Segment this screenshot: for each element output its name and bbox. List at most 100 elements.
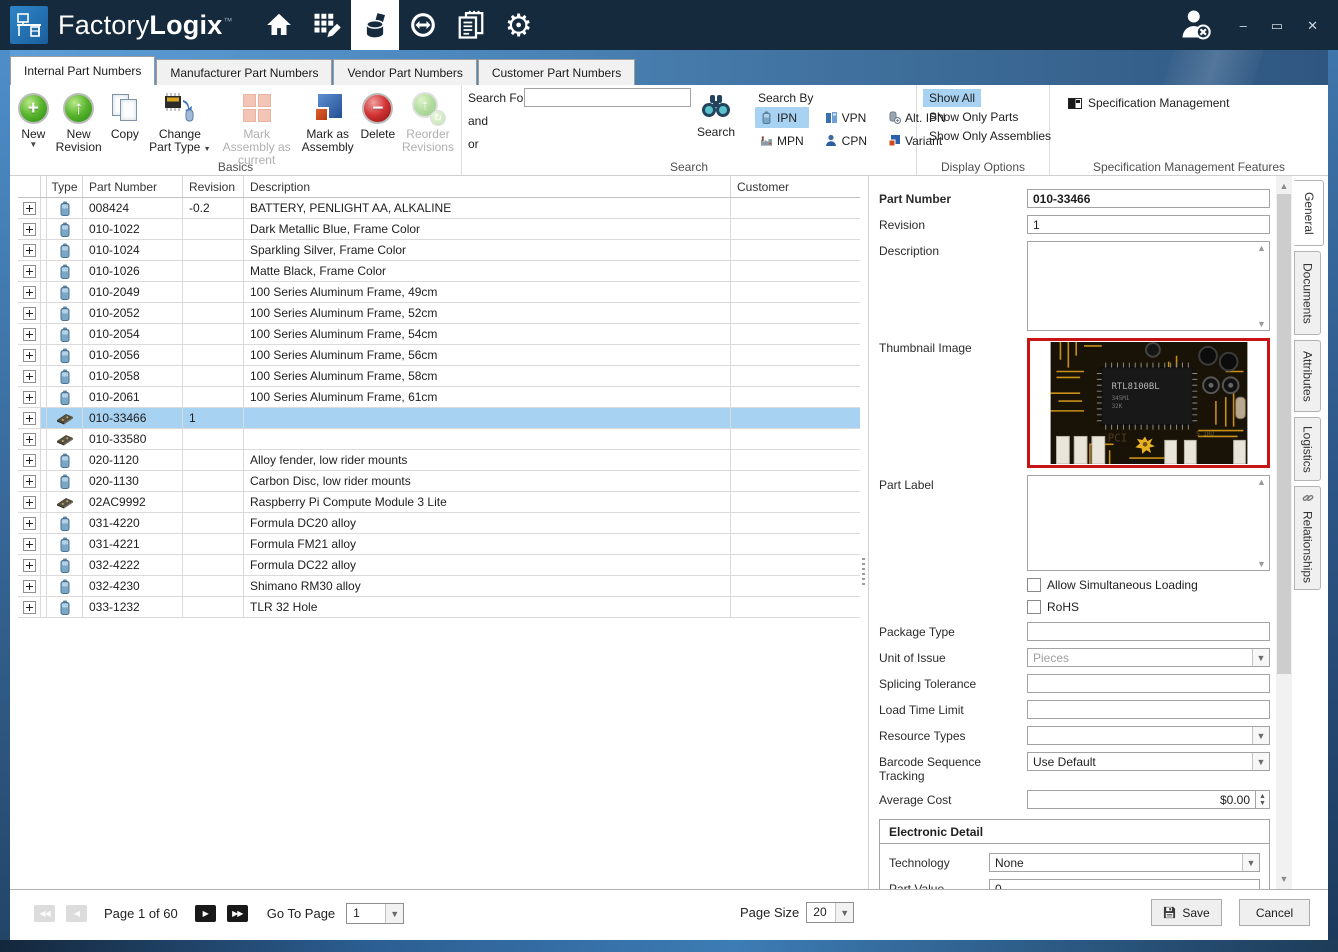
resource-types-select[interactable]: ▼ — [1027, 726, 1270, 745]
expand-plus-icon[interactable] — [23, 433, 36, 446]
table-row[interactable]: 008424-0.2BATTERY, PENLIGHT AA, ALKALINE — [18, 198, 860, 219]
column-description[interactable]: Description — [244, 176, 731, 197]
panel-scrollbar[interactable]: ▲ ▼ — [1276, 176, 1292, 889]
barcode-sequence-tracking-select[interactable]: Use Default▼ — [1027, 752, 1270, 771]
delete-button[interactable]: − Delete — [357, 88, 399, 143]
new-button[interactable]: + New▼ — [14, 88, 53, 150]
table-row[interactable]: 020-1130Carbon Disc, low rider mounts — [18, 471, 860, 492]
expand-plus-icon[interactable] — [23, 517, 36, 530]
part-value-input[interactable] — [989, 879, 1260, 889]
table-row[interactable]: 010-33580 — [18, 429, 860, 450]
expand-plus-icon[interactable] — [23, 559, 36, 572]
distribution-icon[interactable] — [399, 0, 447, 50]
column-customer[interactable]: Customer — [731, 176, 860, 197]
home-icon[interactable] — [255, 0, 303, 50]
copy-button[interactable]: Copy — [105, 88, 145, 143]
table-row[interactable]: 010-334661 — [18, 408, 860, 429]
scroll-down-icon[interactable]: ▼ — [1276, 871, 1292, 887]
splicing-tolerance-input[interactable] — [1027, 674, 1270, 693]
expand-plus-icon[interactable] — [23, 412, 36, 425]
change-part-type-button[interactable]: Change Part Type ▼ — [145, 88, 215, 156]
table-row[interactable]: 010-2058100 Series Aluminum Frame, 58cm — [18, 366, 860, 387]
mark-as-assembly-button[interactable]: Mark as Assembly — [299, 88, 357, 156]
load-time-limit-input[interactable] — [1027, 700, 1270, 719]
tab-customer-part-numbers[interactable]: Customer Part Numbers — [478, 59, 635, 85]
close-button[interactable]: ✕ — [1307, 19, 1318, 32]
description-textarea[interactable]: ▲▼ — [1027, 241, 1270, 331]
side-tab-general[interactable]: General — [1294, 180, 1324, 246]
allow-simultaneous-loading-checkbox[interactable] — [1027, 578, 1041, 592]
expand-plus-icon[interactable] — [23, 580, 36, 593]
table-row[interactable]: 010-1024Sparkling Silver, Frame Color — [18, 240, 860, 261]
expand-plus-icon[interactable] — [23, 475, 36, 488]
expand-plus-icon[interactable] — [23, 370, 36, 383]
table-row[interactable]: 031-4221Formula FM21 alloy — [18, 534, 860, 555]
table-row[interactable]: 031-4220Formula DC20 alloy — [18, 513, 860, 534]
search-mode-cpn[interactable]: CPN — [820, 130, 872, 151]
display-option-show-only-assemblies[interactable]: Show Only Assemblies — [923, 127, 1057, 145]
reports-icon[interactable] — [447, 0, 495, 50]
table-row[interactable]: 02AC9992Raspberry Pi Compute Module 3 Li… — [18, 492, 860, 513]
table-row[interactable]: 010-1026Matte Black, Frame Color — [18, 261, 860, 282]
technology-select[interactable]: None▼ — [989, 853, 1260, 872]
column-part-number[interactable]: Part Number — [83, 176, 183, 197]
expand-plus-icon[interactable] — [23, 391, 36, 404]
save-button[interactable]: Save — [1151, 899, 1222, 926]
expand-plus-icon[interactable] — [23, 307, 36, 320]
page-size-select[interactable]: 20▼ — [806, 902, 854, 923]
search-button[interactable]: Search — [694, 86, 738, 141]
next-page-button[interactable]: ▶ — [195, 905, 216, 922]
unit-of-issue-select[interactable]: Pieces▼ — [1027, 648, 1270, 667]
table-row[interactable]: 032-4230Shimano RM30 alloy — [18, 576, 860, 597]
search-mode-vpn[interactable]: VPN — [820, 107, 872, 128]
display-option-show-only-parts[interactable]: Show Only Parts — [923, 108, 1024, 126]
planning-grid-pencil-icon[interactable] — [303, 0, 351, 50]
panel-splitter[interactable] — [860, 176, 868, 889]
package-type-input[interactable] — [1027, 622, 1270, 641]
minimize-button[interactable]: – — [1240, 19, 1247, 32]
scrollbar-thumb[interactable] — [1277, 194, 1291, 674]
go-to-page-select[interactable]: 1▼ — [346, 903, 404, 924]
search-mode-ipn[interactable]: IPN — [755, 107, 809, 128]
user-logout-icon[interactable] — [1178, 6, 1214, 45]
expand-plus-icon[interactable] — [23, 538, 36, 551]
search-for-input[interactable] — [524, 88, 691, 107]
table-row[interactable]: 010-1022Dark Metallic Blue, Frame Color — [18, 219, 860, 240]
textarea-scrollbar[interactable]: ▲▼ — [1254, 476, 1269, 570]
column-type[interactable]: Type — [47, 176, 83, 197]
table-row[interactable]: 010-2056100 Series Aluminum Frame, 56cm — [18, 345, 860, 366]
tab-manufacturer-part-numbers[interactable]: Manufacturer Part Numbers — [156, 59, 332, 85]
part-number-input[interactable] — [1027, 189, 1270, 208]
table-row[interactable]: 032-4222Formula DC22 alloy — [18, 555, 860, 576]
maximize-button[interactable]: ▭ — [1271, 19, 1283, 32]
settings-gear-icon[interactable]: ⚙ — [495, 0, 543, 50]
column-revision[interactable]: Revision — [183, 176, 244, 197]
part-label-textarea[interactable]: ▲▼ — [1027, 475, 1270, 571]
revision-input[interactable] — [1027, 215, 1270, 234]
rohs-checkbox[interactable] — [1027, 600, 1041, 614]
expand-plus-icon[interactable] — [23, 454, 36, 467]
table-row[interactable]: 010-2061100 Series Aluminum Frame, 61cm — [18, 387, 860, 408]
table-row[interactable]: 020-1120Alloy fender, low rider mounts — [18, 450, 860, 471]
materials-library-icon[interactable] — [351, 0, 399, 50]
scroll-up-icon[interactable]: ▲ — [1276, 178, 1292, 194]
textarea-scrollbar[interactable]: ▲▼ — [1254, 242, 1269, 330]
side-tab-logistics[interactable]: Logistics — [1294, 417, 1321, 481]
tab-vendor-part-numbers[interactable]: Vendor Part Numbers — [333, 59, 476, 85]
expand-plus-icon[interactable] — [23, 202, 36, 215]
average-cost-input[interactable] — [1027, 790, 1256, 809]
display-option-show-all[interactable]: Show All — [923, 89, 981, 107]
side-tab-attributes[interactable]: Attributes — [1294, 340, 1321, 412]
table-row[interactable]: 010-2052100 Series Aluminum Frame, 52cm — [18, 303, 860, 324]
expand-plus-icon[interactable] — [23, 328, 36, 341]
thumbnail-image[interactable]: RTL8100BL 345M1 32K — [1027, 338, 1270, 468]
table-row[interactable]: 033-1232TLR 32 Hole — [18, 597, 860, 618]
average-cost-stepper[interactable]: ▲▼ — [1256, 790, 1270, 809]
table-row[interactable]: 010-2049100 Series Aluminum Frame, 49cm — [18, 282, 860, 303]
search-mode-mpn[interactable]: MPN — [755, 130, 809, 151]
last-page-button[interactable]: ▶▶ — [227, 905, 248, 922]
expand-plus-icon[interactable] — [23, 286, 36, 299]
expand-plus-icon[interactable] — [23, 223, 36, 236]
cancel-button[interactable]: Cancel — [1239, 899, 1310, 926]
tab-internal-part-numbers[interactable]: Internal Part Numbers — [10, 56, 155, 85]
